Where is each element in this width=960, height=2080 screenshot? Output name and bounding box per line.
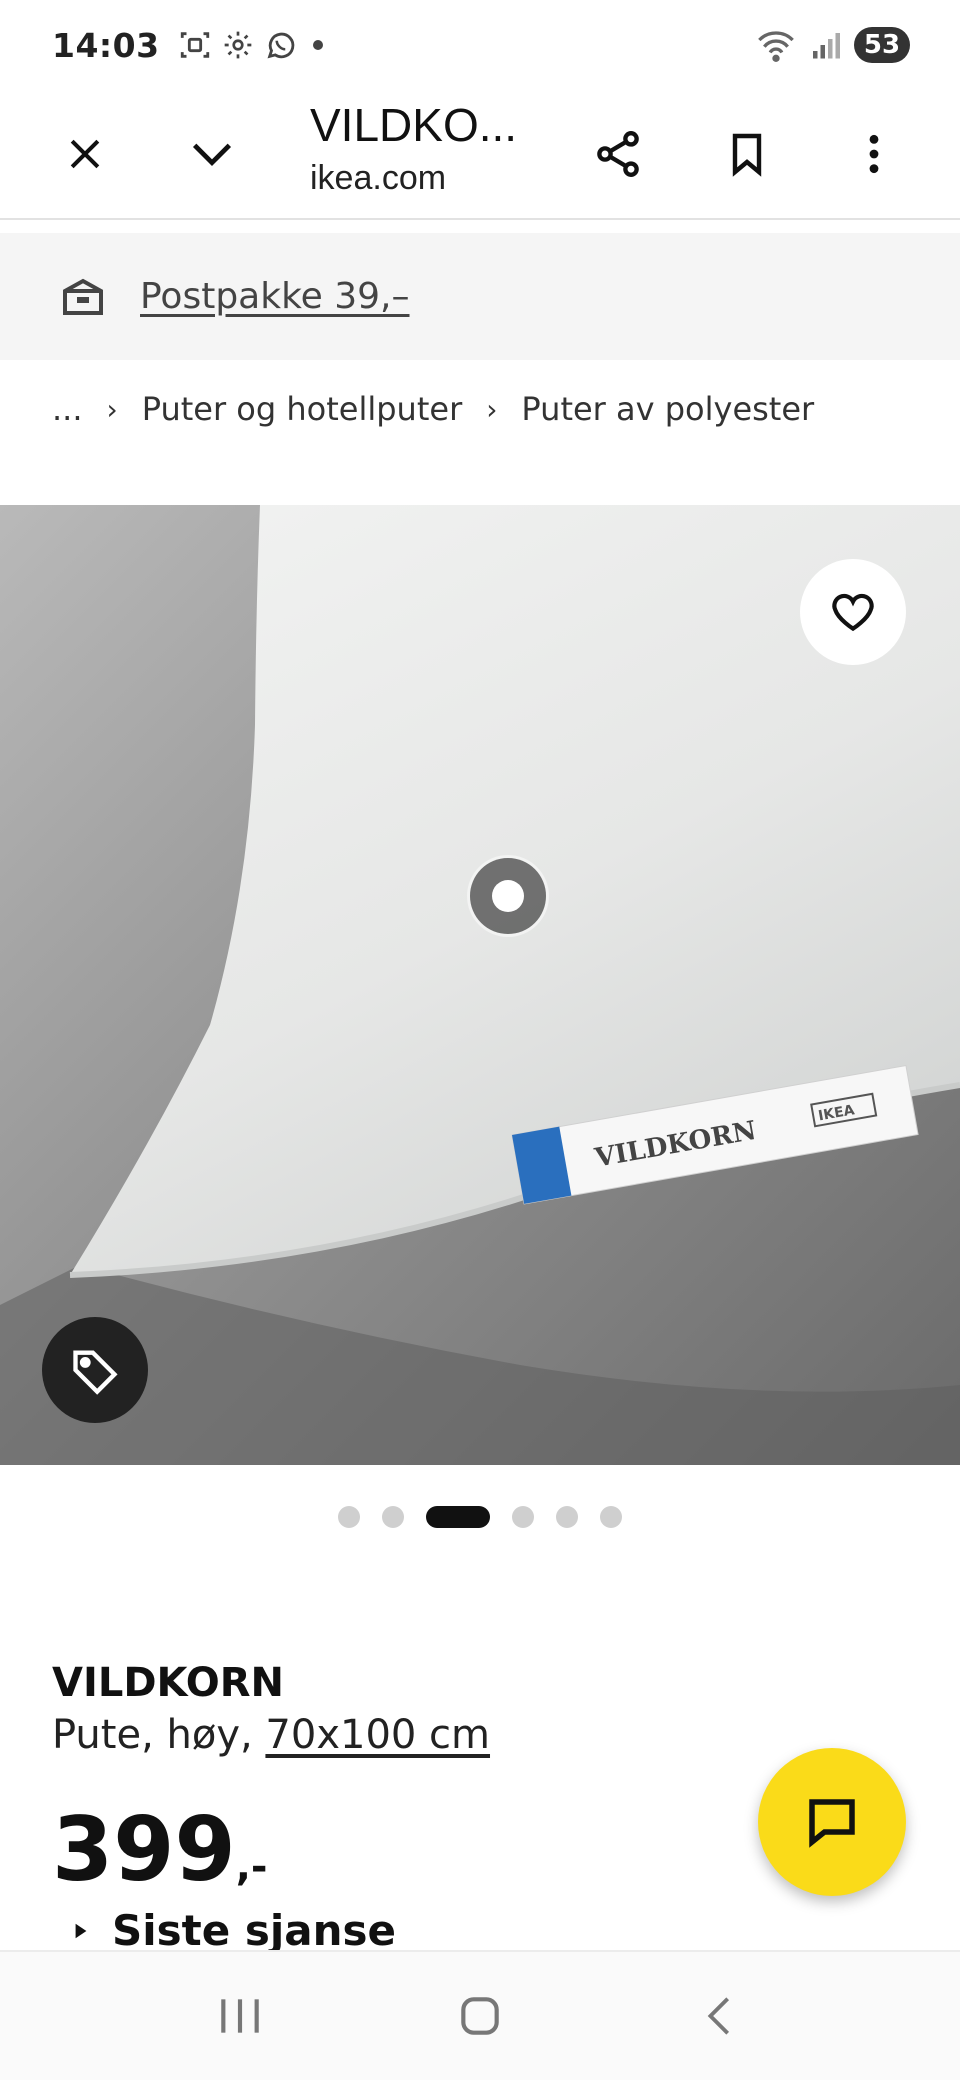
size-link[interactable]: 70x100 cm xyxy=(265,1712,490,1758)
status-time: 14:03 xyxy=(52,25,160,65)
bookmark-icon xyxy=(732,133,762,177)
breadcrumb: ... › Puter og hotellputer › Puter av po… xyxy=(52,390,814,428)
signal-icon xyxy=(813,33,840,59)
home-button[interactable] xyxy=(420,1966,540,2066)
more-options-button[interactable] xyxy=(834,114,914,194)
product-type: Pute, høy, xyxy=(52,1712,266,1758)
image-carousel-indicators xyxy=(0,1506,960,1528)
chevron-right-icon: › xyxy=(486,392,498,426)
share-icon xyxy=(597,131,639,177)
heart-icon xyxy=(832,593,874,632)
product-price: 399,- xyxy=(52,1800,268,1917)
battery-indicator: 53 xyxy=(854,27,910,63)
status-bar: 14:03 53 xyxy=(0,0,960,90)
breadcrumb-item-polyester[interactable]: Puter av polyester xyxy=(521,390,814,428)
more-vertical-icon xyxy=(869,134,879,174)
breadcrumb-item-pillows[interactable]: Puter og hotellputer xyxy=(142,390,463,428)
chevron-right-icon: › xyxy=(106,392,118,426)
page-title: VILDKO... xyxy=(310,99,518,151)
product-hotspot[interactable] xyxy=(470,858,546,934)
recent-apps-button[interactable] xyxy=(180,1966,300,2066)
product-image[interactable]: VILDKORN IKEA xyxy=(0,505,960,1465)
carousel-dot[interactable] xyxy=(556,1506,578,1528)
minimize-button[interactable] xyxy=(172,114,252,194)
wifi-icon xyxy=(758,31,794,62)
price-value: 399 xyxy=(52,1798,236,1901)
shop-the-look-button[interactable] xyxy=(42,1317,148,1423)
breadcrumb-item-ellipsis[interactable]: ... xyxy=(52,390,83,428)
carousel-dot[interactable] xyxy=(382,1506,404,1528)
chat-icon xyxy=(809,1799,855,1848)
system-nav-bar xyxy=(0,1950,960,2080)
product-description: Pute, høy, 70x100 cm xyxy=(52,1712,490,1758)
price-tag-icon xyxy=(73,1350,118,1395)
shipping-banner[interactable]: Postpakke 39,– xyxy=(0,233,960,360)
last-chance-label: Siste sjanse xyxy=(72,1906,396,1955)
carousel-dot[interactable] xyxy=(600,1506,622,1528)
screenshot-icon xyxy=(180,32,209,58)
sale-label: Siste sjanse xyxy=(112,1906,396,1955)
home-icon xyxy=(461,1997,499,2035)
back-icon xyxy=(707,1997,730,2035)
store-icon xyxy=(58,272,108,322)
chevron-down-icon xyxy=(192,143,232,167)
favourite-button[interactable] xyxy=(800,559,906,665)
recent-apps-icon xyxy=(221,1999,259,2033)
dot-icon xyxy=(312,40,323,50)
browser-toolbar: VILDKO... ikea.com xyxy=(0,90,960,220)
back-button[interactable] xyxy=(660,1966,780,2066)
close-tab-button[interactable] xyxy=(45,114,125,194)
chat-button[interactable] xyxy=(758,1748,906,1896)
page-domain: ikea.com xyxy=(310,159,447,197)
share-button[interactable] xyxy=(578,114,658,194)
shipping-link[interactable]: Postpakke 39,– xyxy=(140,276,410,317)
url-title-block[interactable]: VILDKO... ikea.com xyxy=(310,92,540,198)
carousel-dot[interactable] xyxy=(512,1506,534,1528)
close-icon xyxy=(70,139,100,169)
settings-icon xyxy=(224,31,251,59)
whatsapp-icon xyxy=(267,32,294,59)
triangle-right-icon xyxy=(75,1923,87,1938)
carousel-dot-active[interactable] xyxy=(426,1506,490,1528)
bookmark-button[interactable] xyxy=(707,114,787,194)
price-suffix: ,- xyxy=(235,1844,268,1890)
carousel-dot[interactable] xyxy=(338,1506,360,1528)
product-name: VILDKORN xyxy=(52,1660,285,1706)
